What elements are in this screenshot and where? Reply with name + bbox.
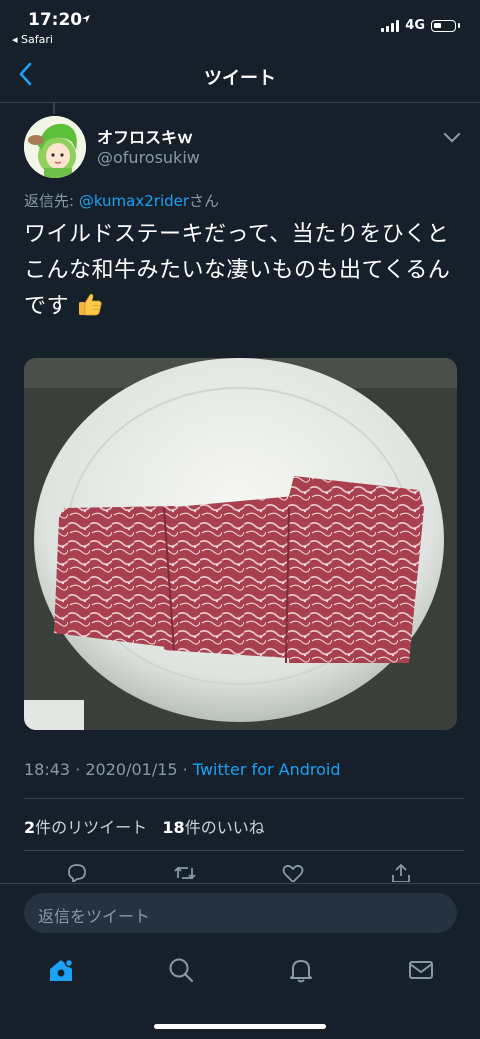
like-label[interactable]: 件のいいね xyxy=(185,818,265,837)
reply-bar: 返信をツイート xyxy=(0,883,480,946)
tweet-text: ワイルドステーキだって、当たりをひくとこんな和牛みたいな凄いものも出てくるんです xyxy=(24,217,459,325)
network-type: 4G xyxy=(405,18,425,33)
time-text: 18:43 · 2020/01/15 · xyxy=(24,760,193,779)
reply-prefix: 返信先: xyxy=(24,192,79,210)
navigation-header: ツイート xyxy=(0,52,480,103)
retweet-icon[interactable] xyxy=(173,862,197,882)
notifications-icon[interactable] xyxy=(287,956,315,984)
signal-icon xyxy=(381,19,400,32)
home-indicator xyxy=(154,1024,326,1029)
heart-icon[interactable] xyxy=(281,862,305,882)
reply-placeholder: 返信をツイート xyxy=(38,907,151,926)
user-handle[interactable]: @ofurosukiw xyxy=(97,148,200,167)
page-title: ツイート xyxy=(204,68,276,89)
reply-suffix: さん xyxy=(189,192,220,210)
tweet-timestamp: 18:43 · 2020/01/15 · Twitter for Android xyxy=(24,760,341,779)
mention-link[interactable]: @kumax2rider xyxy=(79,192,189,210)
retweet-count[interactable]: 2 xyxy=(24,818,35,837)
source-link[interactable]: Twitter for Android xyxy=(193,760,341,779)
display-name[interactable]: オフロスキｗ xyxy=(97,124,193,148)
reply-icon[interactable] xyxy=(65,862,89,882)
divider xyxy=(24,850,464,851)
like-count[interactable]: 18 xyxy=(162,818,184,837)
action-bar xyxy=(24,860,464,882)
reply-context: 返信先: @kumax2riderさん xyxy=(24,190,219,211)
thread-connector xyxy=(53,102,55,114)
battery-icon xyxy=(431,19,456,32)
home-icon[interactable] xyxy=(47,956,75,984)
search-icon[interactable] xyxy=(167,956,195,984)
back-to-safari-link[interactable]: ◂ Safari xyxy=(12,33,53,46)
share-icon[interactable] xyxy=(389,862,413,882)
tab-bar xyxy=(0,946,480,1039)
engagement-stats: 2件のリツイート 18件のいいね xyxy=(24,814,265,838)
status-indicators: 4G xyxy=(381,18,460,33)
reply-input[interactable]: 返信をツイート xyxy=(24,893,457,933)
battery-tip xyxy=(458,23,460,28)
status-time: 17:20 xyxy=(28,10,83,30)
tweet-photo[interactable] xyxy=(24,358,457,730)
divider xyxy=(24,798,464,799)
avatar[interactable] xyxy=(24,116,86,178)
chevron-down-icon[interactable] xyxy=(443,125,461,143)
retweet-label[interactable]: 件のリツイート xyxy=(35,818,147,837)
location-arrow-icon xyxy=(82,15,90,23)
messages-icon[interactable] xyxy=(407,956,435,984)
thumbs-up-icon xyxy=(78,293,102,316)
